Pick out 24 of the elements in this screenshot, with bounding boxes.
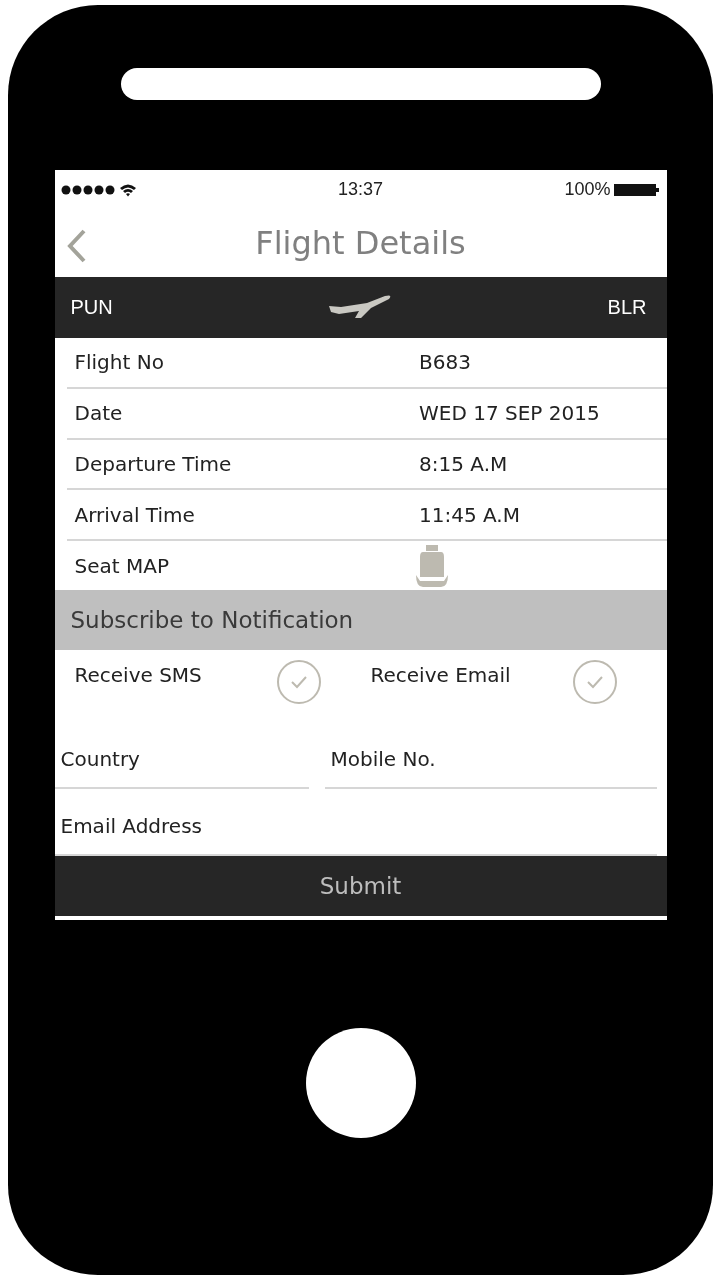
detail-label: Flight No <box>73 350 165 375</box>
section-title: Subscribe to Notification <box>70 607 354 634</box>
seat-icon <box>414 542 449 589</box>
signal-icon <box>60 184 115 195</box>
detail-value: 8:15 A.M <box>418 451 509 476</box>
battery-percent: 100% <box>564 179 611 201</box>
wifi-icon <box>118 182 137 197</box>
battery-icon <box>614 182 661 197</box>
option-label: Receive Email <box>370 663 512 688</box>
status-time: 13:37 <box>337 179 383 201</box>
checkmark-icon <box>289 675 308 690</box>
detail-label: Seat MAP <box>73 553 170 578</box>
detail-value: 11:45 A.M <box>418 502 521 527</box>
origin-code: PUN <box>70 295 113 319</box>
screen-title: Flight Details <box>255 224 466 263</box>
detail-label: Date <box>73 401 124 426</box>
detail-value: B683 <box>418 350 472 375</box>
destination-code: BLR <box>607 295 647 319</box>
detail-label: Arrival Time <box>73 502 196 527</box>
option-label: Receive SMS <box>74 663 203 688</box>
detail-value: WED 17 SEP 2015 <box>418 401 601 426</box>
submit-button[interactable]: Submit <box>54 856 667 916</box>
detail-label: Departure Time <box>73 451 233 476</box>
checkmark-icon <box>585 675 604 690</box>
